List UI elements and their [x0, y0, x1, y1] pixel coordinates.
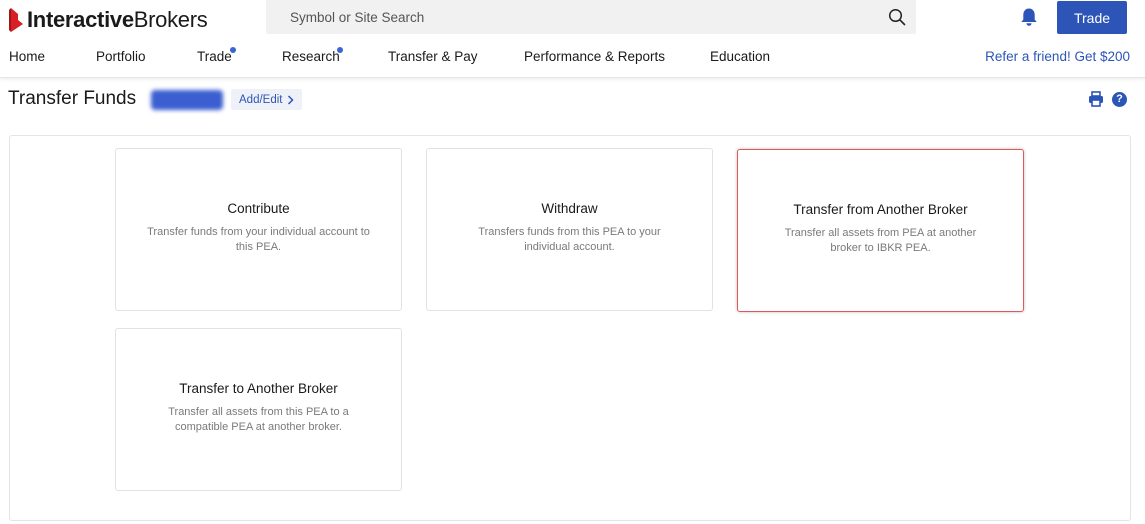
card-contribute[interactable]: Contribute Transfer funds from your indi…: [115, 148, 402, 311]
nav-item-transfer-pay[interactable]: Transfer & Pay: [388, 49, 478, 64]
top-bar: InteractiveBrokers Trade: [0, 0, 1145, 42]
search-input[interactable]: [290, 0, 870, 34]
logo-text: InteractiveBrokers: [27, 7, 208, 32]
card-withdraw[interactable]: Withdraw Transfers funds from this PEA t…: [426, 148, 713, 311]
trade-button[interactable]: Trade: [1057, 1, 1127, 34]
nav-item-portfolio[interactable]: Portfolio: [96, 49, 146, 64]
nav-item-education[interactable]: Education: [710, 49, 770, 64]
search-bar: [266, 0, 916, 34]
nav-item-trade[interactable]: Trade: [197, 49, 232, 64]
refer-friend-link[interactable]: Refer a friend! Get $200: [985, 49, 1130, 64]
chevron-right-icon: [288, 94, 295, 105]
nav-trade-notification-dot: [230, 47, 236, 53]
card-description: Transfer funds from your individual acco…: [147, 226, 370, 253]
ib-logo-icon: [9, 8, 23, 32]
card-title: Contribute: [227, 201, 290, 216]
card-title: Transfer to Another Broker: [179, 381, 338, 396]
nav-item-performance-reports[interactable]: Performance & Reports: [524, 49, 665, 64]
card-title: Transfer from Another Broker: [793, 202, 968, 217]
account-selector-badge[interactable]: [151, 90, 223, 110]
help-icon[interactable]: ?: [1112, 92, 1127, 107]
card-description: Transfers funds from this PEA to your in…: [478, 226, 661, 253]
main-nav: Home Portfolio Trade Research Transfer &…: [0, 42, 1145, 78]
search-icon[interactable]: [888, 8, 906, 26]
bell-icon[interactable]: [1019, 7, 1039, 27]
nav-item-research[interactable]: Research: [282, 49, 340, 64]
print-icon[interactable]: [1088, 91, 1104, 107]
nav-research-notification-dot: [337, 47, 343, 53]
brand-logo[interactable]: InteractiveBrokers: [8, 4, 208, 36]
card-transfer-to-another-broker[interactable]: Transfer to Another Broker Transfer all …: [115, 328, 402, 491]
card-title: Withdraw: [541, 201, 598, 216]
card-transfer-from-another-broker[interactable]: Transfer from Another Broker Transfer al…: [737, 149, 1024, 312]
card-description: Transfer all assets from this PEA to a c…: [168, 406, 349, 433]
page-title: Transfer Funds: [8, 88, 137, 109]
add-edit-label: Add/Edit: [239, 93, 283, 106]
card-description: Transfer all assets from PEA at another …: [784, 227, 977, 254]
transfer-options-panel: Contribute Transfer funds from your indi…: [9, 135, 1131, 521]
add-edit-button[interactable]: Add/Edit: [231, 89, 303, 110]
nav-item-home[interactable]: Home: [9, 49, 45, 64]
